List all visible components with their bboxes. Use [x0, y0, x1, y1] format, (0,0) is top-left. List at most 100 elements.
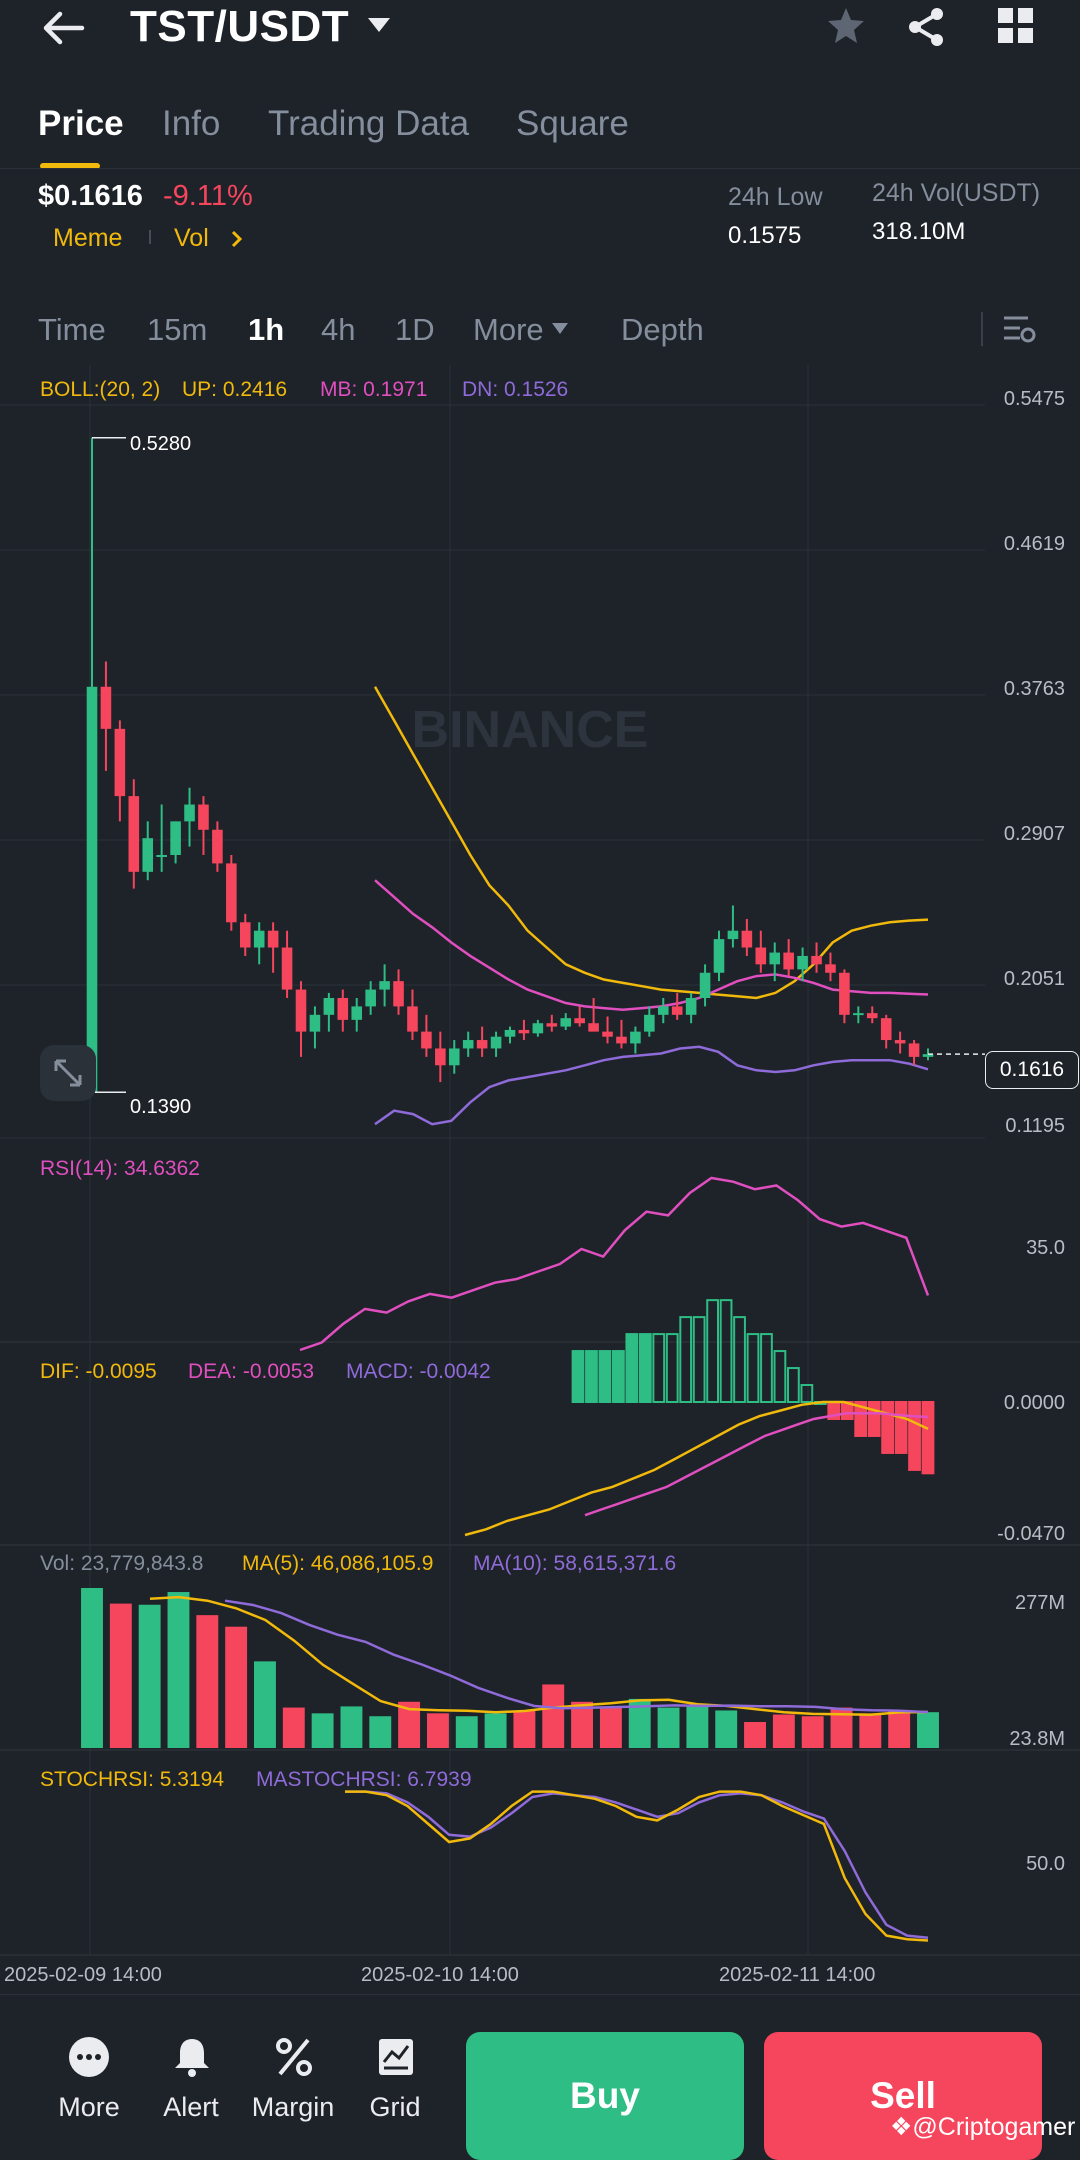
vol-tick-top: 277M [1014, 1592, 1065, 1614]
current-price-tag[interactable]: 0.1616 [985, 1051, 1079, 1089]
tf-more[interactable]: More [473, 312, 544, 348]
volume-bar [196, 1615, 219, 1748]
candle-body [853, 1013, 864, 1016]
tf-1h[interactable]: 1h [248, 312, 284, 348]
tab-price[interactable]: Price [38, 104, 124, 144]
volume-bar [599, 1706, 622, 1748]
chart-settings-icon[interactable] [1002, 312, 1036, 346]
grid-bot-icon [379, 2039, 413, 2075]
buy-button[interactable]: Buy [466, 2032, 744, 2160]
macd-hist-bar [598, 1350, 612, 1404]
volume-bar [455, 1716, 478, 1748]
rsi-line [299, 1176, 930, 1352]
tf-4h[interactable]: 4h [321, 312, 355, 348]
candle-body [727, 930, 739, 940]
vol-ma5: MA(5): 46,086,105.9 [242, 1552, 434, 1575]
candle-body [448, 1048, 460, 1066]
stoch-tick: 50.0 [1026, 1853, 1065, 1875]
low-value: 0.1575 [728, 222, 802, 249]
grid-icon[interactable] [998, 8, 1034, 44]
macd-tick-bottom: -0.0470 [997, 1523, 1065, 1545]
macd-hist-bar [665, 1333, 679, 1403]
macd-hist-bar [706, 1299, 720, 1404]
credit-watermark: ❖@Criptogamer [890, 2112, 1075, 2142]
candle-body [379, 981, 390, 990]
candle-body [630, 1031, 641, 1044]
candle-body [644, 1014, 655, 1032]
volume-bar [859, 1713, 882, 1748]
meme-tag[interactable]: Meme [53, 224, 122, 253]
macd-hist-bar [746, 1333, 760, 1403]
bell-icon [175, 2039, 209, 2077]
tab-info[interactable]: Info [162, 104, 220, 144]
candle-body [602, 1031, 613, 1037]
candle-body [685, 997, 697, 1015]
candle-body [546, 1023, 558, 1027]
expand-icon [54, 1059, 82, 1087]
macd-hist-bar [733, 1316, 746, 1403]
boll-mb: MB: 0.1971 [320, 378, 428, 401]
candle-body [142, 838, 154, 872]
candle-body [671, 1006, 683, 1015]
star-icon[interactable] [826, 6, 866, 46]
volume-bar [542, 1684, 565, 1748]
candle-body [741, 930, 753, 948]
candle-body [365, 989, 376, 1007]
stochrsi-line [345, 1790, 929, 1942]
candle-body [337, 997, 349, 1020]
tab-trading-data[interactable]: Trading Data [268, 104, 469, 144]
price-tick: 0.1195 [1005, 1115, 1065, 1137]
candle-body [574, 1018, 585, 1024]
candle-body [435, 1048, 446, 1066]
rsi-tick: 35.0 [1026, 1237, 1065, 1259]
fullscreen-button[interactable] [40, 1045, 96, 1101]
candle-body [239, 922, 251, 948]
tf-1d[interactable]: 1D [395, 312, 435, 348]
candle-body [811, 955, 822, 965]
tf-time[interactable]: Time [38, 312, 106, 348]
more-dots-icon [69, 2037, 109, 2077]
volume-bar [686, 1706, 709, 1748]
macd-hist-bar [867, 1401, 881, 1437]
tf-15m[interactable]: 15m [147, 312, 207, 348]
tab-square[interactable]: Square [516, 104, 629, 144]
back-arrow-icon[interactable] [42, 10, 86, 46]
caret-down-icon[interactable] [366, 16, 392, 34]
rsi-series [299, 1176, 930, 1352]
macd-dif: DIF: -0.0095 [40, 1360, 157, 1383]
candle-body [267, 930, 279, 948]
candle-body [657, 1006, 669, 1015]
nav-more-label: More [58, 2092, 120, 2122]
candle-body [504, 1029, 516, 1037]
price-tick: 0.3763 [1003, 678, 1065, 700]
share-icon[interactable] [906, 6, 946, 48]
nav-grid-label: Grid [369, 2092, 421, 2122]
macd-hist-bar [585, 1350, 598, 1404]
candle-body [880, 1018, 892, 1041]
diamond-icon: ❖ [890, 2113, 913, 2141]
candle-body [86, 686, 98, 1093]
volume-bar [513, 1710, 536, 1748]
tf-more-caret-icon[interactable] [551, 322, 569, 336]
vol-tag[interactable]: Vol [174, 224, 209, 253]
candle-body [518, 1029, 530, 1034]
candle-body [532, 1023, 544, 1034]
macd-hist-bar [571, 1350, 585, 1404]
volume-bar [715, 1710, 738, 1748]
candle-body [407, 1006, 418, 1032]
tf-depth[interactable]: Depth [621, 312, 704, 348]
candle-body [281, 947, 293, 990]
candle-body [128, 796, 140, 872]
boll-dn: DN: 0.1526 [462, 378, 569, 401]
boll-up: UP: 0.2416 [182, 378, 288, 401]
volume-bar [369, 1716, 392, 1748]
kline-chart[interactable]: BINANCE [0, 365, 1080, 2005]
candle-body [212, 829, 223, 864]
price-tick: 0.4619 [1003, 533, 1065, 555]
candle-body [616, 1036, 627, 1044]
pair-title[interactable]: TST/USDT [130, 2, 349, 52]
macd-hist-bar [908, 1401, 921, 1471]
candle-body [894, 1040, 906, 1044]
candle-body [170, 821, 181, 855]
chevron-right-icon[interactable] [230, 229, 244, 249]
